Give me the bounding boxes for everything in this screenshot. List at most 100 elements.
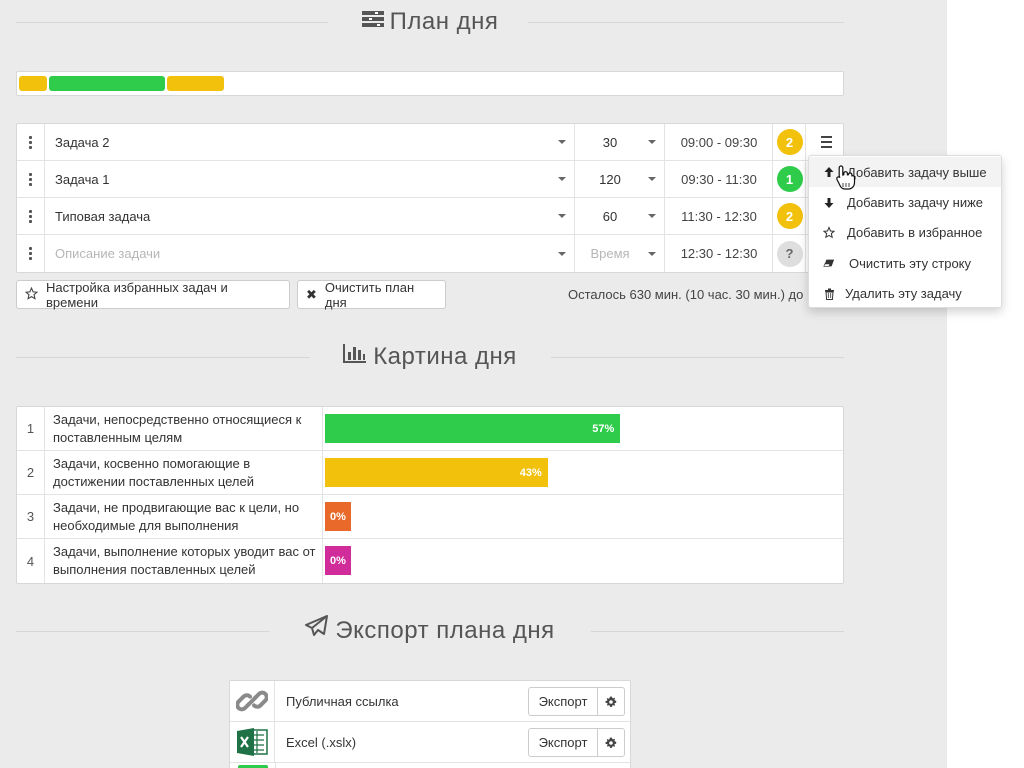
export-table: Публичная ссылка Экспорт Excel (.xslx) Эксп… [229,680,631,768]
excel-icon [230,722,275,762]
chevron-down-icon[interactable] [557,124,567,160]
menu-item[interactable]: Добавить в избранное [809,218,1001,248]
export-button[interactable]: Экспорт [528,687,598,716]
tasks-icon [361,6,384,36]
category-description: Задачи, выполнение которых уводит вас от… [46,539,323,583]
priority-badge[interactable]: 2 [776,129,803,155]
link-icon [230,681,275,721]
picture-row: 1 Задачи, непосредственно относящиеся к п… [17,407,843,451]
task-priority[interactable]: 1 [774,161,806,197]
gear-icon[interactable] [597,687,625,716]
task-description-input[interactable]: Типовая задача [46,198,575,234]
priority-badge[interactable]: 1 [776,166,803,192]
bar-area: 57% [324,407,844,450]
category-description: Задачи, не продвигающие вас к цели, но н… [46,495,323,538]
category-description: Задачи, косвенно помогающие в достижении… [46,451,323,494]
drag-handle-icon[interactable] [17,161,45,197]
task-description-input[interactable]: Описание задачи [46,235,575,272]
task-table: Задача 2 30 09:00 - 09:30 2 Задача 1 120 09:30… [16,123,844,273]
task-row: Задача 1 120 09:30 - 11:30 1 [17,161,843,198]
row-number: 3 [17,495,45,538]
clear-plan-label: Очистить план дня [324,279,415,310]
eraser-icon [823,258,835,268]
page-title: План дня [389,8,499,35]
export-row [230,763,630,768]
chevron-down-icon[interactable] [557,235,567,272]
menu-item[interactable]: Удалить эту задачу [809,279,1001,309]
right-panel [947,0,1024,768]
bar-area: 43% [324,451,844,494]
row-number: 1 [17,407,45,450]
chevron-down-icon[interactable] [647,235,657,272]
day-picture-table: 1 Задачи, непосредственно относящиеся к п… [16,406,844,584]
menu-item-label: Добавить в избранное [847,225,983,241]
gear-icon[interactable] [597,728,625,757]
picture-row: 2 Задачи, косвенно помогающие в достижени… [17,451,843,495]
task-row: Задача 2 30 09:00 - 09:30 2 [17,124,843,161]
clear-plan-button[interactable]: ✖ Очистить план дня [297,279,446,310]
menu-item[interactable]: Добавить задачу ниже [809,187,1001,217]
task-time-range: 09:00 - 09:30 [666,124,773,160]
star-icon [24,286,39,303]
category-description: Задачи, непосредственно относящиеся к по… [46,407,323,450]
task-priority[interactable]: ? [774,235,806,272]
drag-handle-icon[interactable] [17,198,45,234]
task-time-range: 09:30 - 11:30 [666,161,773,197]
menu-item-label: Добавить задачу ниже [847,195,984,211]
arrow-down-icon [823,197,835,209]
task-description-input[interactable]: Задача 2 [46,124,575,160]
percentage-bar: 0% [325,502,351,531]
percentage-bar: 43% [325,458,548,487]
menu-item[interactable]: Очистить эту строку [809,248,1001,278]
arrow-up-icon [823,166,835,178]
task-description-input[interactable]: Задача 1 [46,161,575,197]
day-timeline [16,71,844,96]
bar-chart-icon [343,341,367,371]
export-button[interactable]: Экспорт [528,728,598,757]
task-priority[interactable]: 2 [774,124,806,160]
timeline-segment [48,76,165,91]
favorites-settings-button[interactable]: Настройка избранных задач и времени [16,279,290,310]
paper-plane-icon [305,614,329,645]
close-icon: ✖ [306,286,317,302]
row-number: 4 [17,539,45,583]
percentage-bar: 0% [325,546,351,575]
row-number: 2 [17,451,45,494]
drag-handle-icon[interactable] [17,235,45,272]
bar-area: 0% [324,495,844,538]
export-label: Публичная ссылка [286,693,399,709]
percentage-bar: 57% [325,414,621,443]
chevron-down-icon[interactable] [647,124,657,160]
timeline-segment [166,76,224,91]
chevron-down-icon[interactable] [647,198,657,234]
chevron-down-icon[interactable] [647,161,657,197]
task-row: Описание задачи Время 12:30 - 12:30? [17,235,843,272]
task-time-range: 12:30 - 12:30 [666,235,773,272]
task-time-range: 11:30 - 12:30 [666,198,773,234]
picture-section-title: Картина дня [373,343,517,370]
divider [275,763,276,768]
trash-icon [823,288,835,300]
plan-section-header: План дня [16,7,844,37]
export-section-header: Экспорт плана дня [16,614,844,646]
priority-badge[interactable]: ? [776,240,803,267]
export-row: Публичная ссылка Экспорт [230,681,630,722]
priority-badge[interactable]: 2 [776,203,803,229]
hamburger-icon[interactable] [820,136,832,148]
bar-area: 0% [324,539,844,583]
star-icon [823,226,835,239]
picture-section-header: Картина дня [16,342,844,372]
chevron-down-icon[interactable] [557,198,567,234]
drag-handle-icon[interactable] [17,124,45,160]
export-section-title: Экспорт плана дня [335,617,555,644]
menu-item-label: Очистить эту строку [849,255,972,271]
task-row: Типовая задача 60 11:30 - 12:30 2 [17,198,843,235]
picture-row: 4 Задачи, выполнение которых уводит вас о… [17,539,843,583]
export-row: Excel (.xslx) Экспорт [230,722,630,763]
timeline-segment [19,76,47,91]
favorites-settings-label: Настройка избранных задач и времени [46,279,228,310]
menu-item-label: Удалить эту задачу [845,286,962,302]
chevron-down-icon[interactable] [557,161,567,197]
export-label: Excel (.xslx) [286,734,357,750]
task-priority[interactable]: 2 [774,198,806,234]
